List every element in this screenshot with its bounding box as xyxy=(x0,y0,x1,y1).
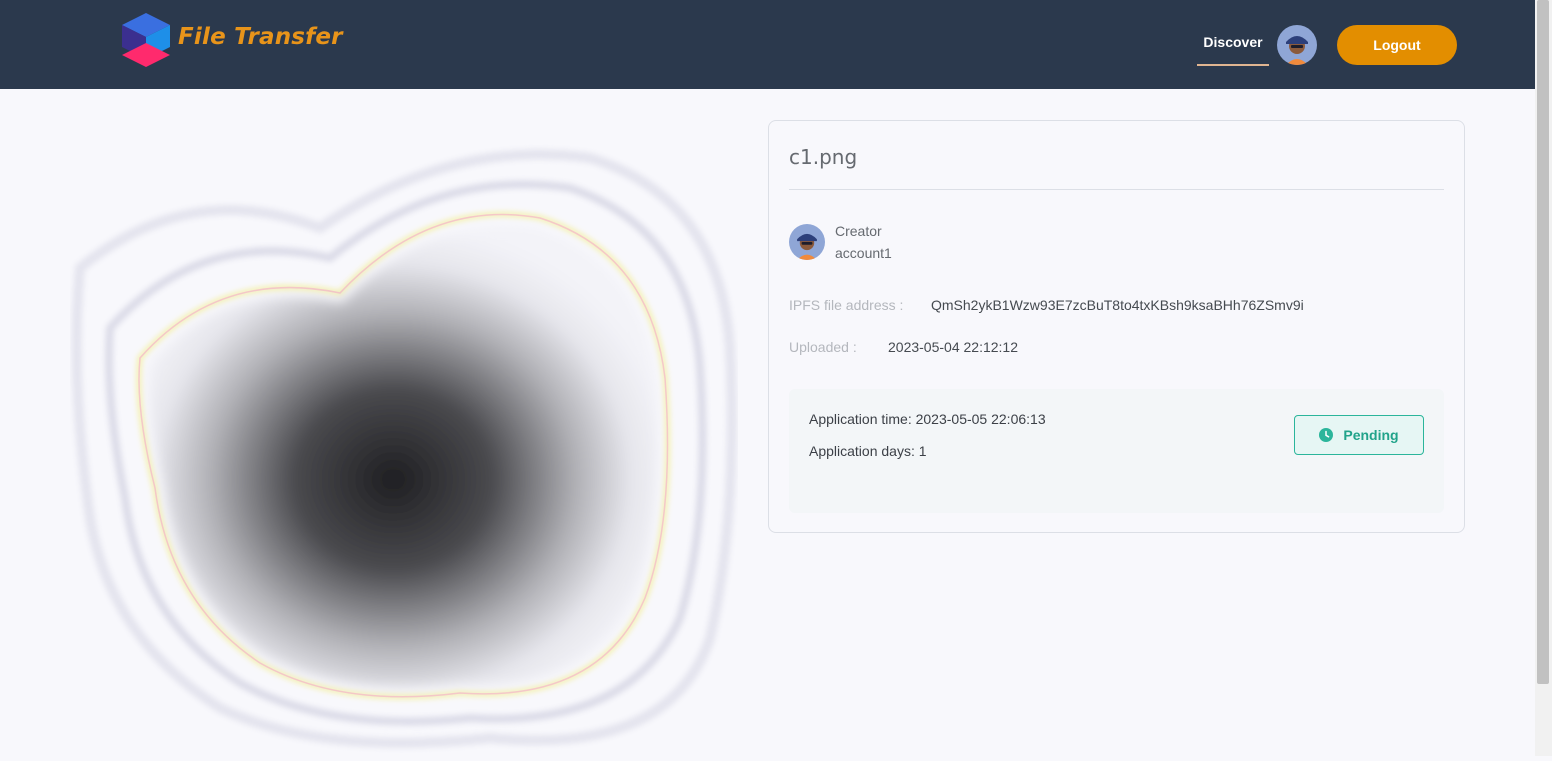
app-logo[interactable]: File Transfer xyxy=(118,11,348,71)
status-text: Pending xyxy=(1343,427,1399,443)
clock-icon xyxy=(1319,428,1334,442)
top-navbar: File Transfer Discover Logout xyxy=(0,0,1535,89)
title-divider xyxy=(789,189,1444,190)
ipfs-address-label: IPFS file address : xyxy=(789,297,904,313)
vertical-scrollbar[interactable] xyxy=(1535,0,1552,756)
creator-name: account1 xyxy=(835,245,892,261)
cube-logo-icon xyxy=(122,13,170,67)
application-time: Application time: 2023-05-05 22:06:13 xyxy=(809,411,1046,427)
nav-discover-link[interactable]: Discover xyxy=(1197,34,1269,66)
ipfs-address-value: QmSh2ykB1Wzw93E7zcBuT8to4txKBsh9ksaBHh76… xyxy=(931,297,1304,313)
uploaded-value: 2023-05-04 22:12:12 xyxy=(888,339,1018,355)
status-badge[interactable]: Pending xyxy=(1294,415,1424,455)
scrollbar-thumb[interactable] xyxy=(1537,0,1549,684)
user-avatar[interactable] xyxy=(1277,25,1317,65)
logo-text: File Transfer xyxy=(178,24,343,50)
application-days: Application days: 1 xyxy=(809,443,927,459)
logout-button[interactable]: Logout xyxy=(1337,25,1457,65)
file-preview-image xyxy=(70,118,738,756)
file-name-title: c1.png xyxy=(789,145,858,169)
uploaded-label: Uploaded : xyxy=(789,339,857,355)
creator-label: Creator xyxy=(835,223,882,239)
file-details-card: c1.png Creator account1 IPFS file addres… xyxy=(768,120,1465,533)
application-box: Application time: 2023-05-05 22:06:13 Ap… xyxy=(789,389,1444,513)
creator-avatar[interactable] xyxy=(789,224,825,260)
